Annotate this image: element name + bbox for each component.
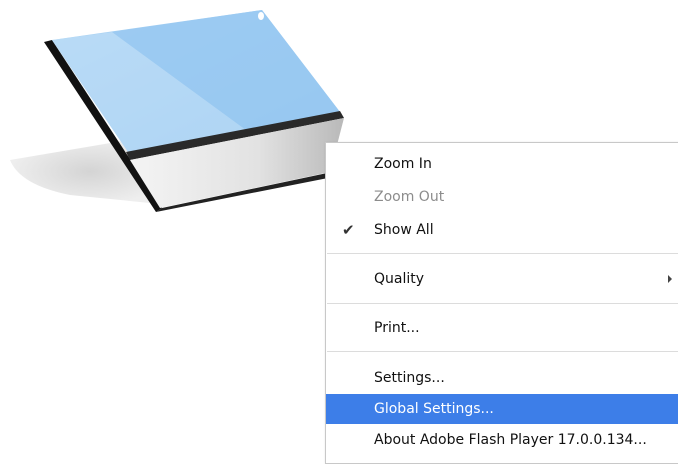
menu-item-quality[interactable]: Quality bbox=[326, 264, 678, 294]
menu-item-label: About Adobe Flash Player 17.0.0.134... bbox=[374, 432, 647, 448]
menu-item-label: Print... bbox=[374, 320, 420, 336]
checkmark-icon: ✔ bbox=[342, 221, 355, 239]
menu-item-label: Quality bbox=[374, 271, 425, 287]
menu-item-print[interactable]: Print... bbox=[326, 313, 678, 343]
menu-item-settings[interactable]: Settings... bbox=[326, 363, 678, 393]
menu-item-label: Zoom In bbox=[374, 156, 432, 172]
menu-separator bbox=[327, 351, 678, 352]
flash-player-stage: Zoom In Zoom Out ✔ Show All Quality Prin… bbox=[0, 0, 678, 464]
camera-dot bbox=[258, 12, 264, 20]
menu-separator bbox=[327, 253, 678, 254]
menu-item-label: Zoom Out bbox=[374, 189, 445, 205]
context-menu: Zoom In Zoom Out ✔ Show All Quality Prin… bbox=[325, 142, 678, 464]
menu-separator bbox=[327, 303, 678, 304]
menu-item-label: Settings... bbox=[374, 370, 445, 386]
menu-item-global-settings[interactable]: Global Settings... bbox=[326, 394, 678, 424]
menu-item-label: Show All bbox=[374, 222, 434, 238]
submenu-arrow-icon bbox=[668, 275, 672, 283]
menu-item-show-all[interactable]: ✔ Show All bbox=[326, 215, 678, 245]
menu-item-zoom-in[interactable]: Zoom In bbox=[326, 149, 678, 179]
menu-item-zoom-out: Zoom Out bbox=[326, 182, 678, 212]
menu-item-label: Global Settings... bbox=[374, 401, 494, 417]
menu-item-about-flash-player[interactable]: About Adobe Flash Player 17.0.0.134... bbox=[326, 425, 678, 455]
